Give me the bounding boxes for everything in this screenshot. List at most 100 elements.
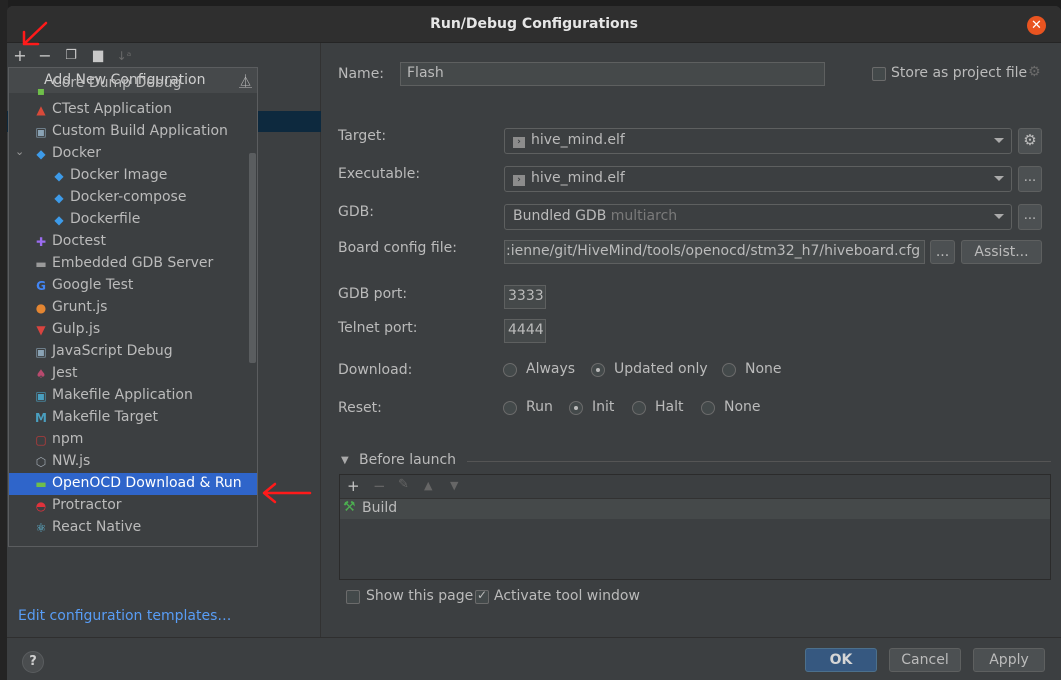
add-task-icon[interactable]: +	[347, 477, 360, 495]
collapse-triangle-icon: ▼	[341, 455, 349, 466]
docker-icon: ◆	[54, 191, 64, 205]
dialog-button-bar: ? OK Cancel Apply	[7, 637, 1061, 680]
store-as-project-file-checkbox[interactable]	[872, 67, 886, 81]
divider	[467, 461, 1051, 462]
list-item-label: Makefile Application	[52, 387, 193, 403]
list-item-grunt[interactable]: ● Grunt.js	[9, 297, 257, 319]
gdb-combobox[interactable]: Bundled GDB multiarch	[504, 204, 1012, 230]
list-item-makefile-application[interactable]: ▣ Makefile Application	[9, 385, 257, 407]
list-item-embedded-gdb-server[interactable]: ▬ Embedded GDB Server	[9, 253, 257, 275]
list-item-nwjs[interactable]: ⬡ NW.js	[9, 451, 257, 473]
reset-init-label: Init	[592, 399, 615, 415]
ok-button[interactable]: OK	[805, 648, 877, 672]
left-toolbar: + − ❐ ▆ ↓ᵃ	[7, 43, 320, 69]
telnet-port-input[interactable]: 4444	[504, 319, 546, 343]
custom-build-icon: ▣	[35, 125, 47, 139]
gdb-browse-button[interactable]: ...	[1018, 204, 1042, 230]
download-updated-only-label: Updated only	[614, 361, 708, 377]
remove-icon[interactable]: −	[36, 47, 54, 65]
reset-run-label: Run	[526, 399, 553, 415]
board-config-browse-button[interactable]: ...	[930, 240, 955, 264]
target-value: hive_mind.elf	[531, 132, 625, 148]
list-item-react-native[interactable]: ⚛ React Native	[9, 517, 257, 539]
list-item-label: Makefile Target	[52, 409, 158, 425]
copy-icon[interactable]: ❐	[62, 47, 80, 65]
sort-icon[interactable]: ↓ᵃ	[115, 47, 133, 65]
apply-button[interactable]: Apply	[973, 648, 1045, 672]
download-updated-only-radio[interactable]	[591, 363, 605, 377]
list-item-javascript-debug[interactable]: ▣ JavaScript Debug	[9, 341, 257, 363]
chevron-down-icon[interactable]: ⌄	[15, 145, 24, 158]
move-down-icon[interactable]: ▼	[450, 479, 458, 492]
run-debug-dialog: Run/Debug Configurations ✕ + − ❐ ▆ ↓ᵃ Ed…	[7, 6, 1061, 680]
gdb-port-input[interactable]: 3333	[504, 285, 546, 309]
help-button[interactable]: ?	[22, 651, 44, 673]
popup-scrollbar[interactable]	[249, 153, 256, 363]
board-config-input[interactable]: :ienne/git/HiveMind/tools/openocd/stm32_…	[504, 240, 925, 264]
dropdown-arrow-icon	[994, 176, 1004, 181]
gdb-port-label: GDB port:	[338, 286, 408, 302]
list-item-gulp[interactable]: ▼ Gulp.js	[9, 319, 257, 341]
reset-init-radio[interactable]	[569, 401, 583, 415]
list-item-dockerfile[interactable]: ◆ Dockerfile	[9, 209, 257, 231]
new-folder-icon[interactable]: ▆	[89, 47, 107, 65]
before-launch-title: Before launch	[359, 452, 457, 468]
assist-button[interactable]: Assist...	[961, 240, 1042, 264]
executable-icon: ›	[513, 137, 525, 148]
executable-combobox[interactable]: › hive_mind.elf	[504, 166, 1012, 192]
list-item-protractor[interactable]: ◓ Protractor	[9, 495, 257, 517]
list-item-ctest-application[interactable]: ▲ CTest Application	[9, 99, 257, 121]
edit-task-icon[interactable]: ✎	[398, 477, 409, 492]
target-settings-button[interactable]: ⚙	[1018, 128, 1042, 154]
list-item-docker-compose[interactable]: ◆ Docker-compose	[9, 187, 257, 209]
activate-tool-window-label: Activate tool window	[494, 588, 640, 604]
settings-gear-icon[interactable]: ⚙	[1028, 64, 1041, 80]
cancel-button[interactable]: Cancel	[889, 648, 961, 672]
list-item-npm[interactable]: ▢ npm	[9, 429, 257, 451]
executable-value: hive_mind.elf	[531, 170, 625, 186]
board-config-label: Board config file:	[338, 240, 457, 256]
name-input[interactable]: Flash	[400, 62, 825, 86]
reset-halt-radio[interactable]	[632, 401, 646, 415]
executable-label: Executable:	[338, 166, 421, 182]
task-label: Build	[362, 500, 398, 516]
close-button[interactable]: ✕	[1027, 16, 1046, 35]
gdb-hint: multiarch	[610, 208, 678, 224]
gdb-label: GDB:	[338, 204, 374, 220]
list-item-docker[interactable]: ⌄ ◆ Docker	[9, 143, 257, 165]
add-icon[interactable]: +	[11, 47, 29, 65]
show-this-page-label: Show this page	[366, 588, 474, 604]
list-item-openocd-download-run[interactable]: ▬ OpenOCD Download & Run	[9, 473, 257, 495]
before-launch-task-row[interactable]: ⚒ Build	[340, 499, 1050, 519]
title-bar: Run/Debug Configurations ✕	[7, 6, 1061, 43]
jest-icon: ♠	[35, 367, 47, 381]
list-item-label: Gulp.js	[52, 321, 101, 337]
list-item-label: Jest	[52, 365, 78, 381]
list-item-label: JavaScript Debug	[52, 343, 173, 359]
list-item-custom-build-application[interactable]: ▣ Custom Build Application	[9, 121, 257, 143]
move-up-icon[interactable]: ▲	[424, 479, 432, 492]
activate-tool-window-checkbox[interactable]	[475, 588, 489, 604]
gear-icon: ⚙	[1023, 131, 1037, 149]
react-native-icon: ⚛	[35, 521, 47, 535]
remove-task-icon[interactable]: −	[373, 477, 386, 495]
show-this-page-checkbox[interactable]	[346, 590, 360, 604]
annotation-arrow-openocd	[262, 482, 312, 504]
list-item-makefile-target[interactable]: M Makefile Target	[9, 407, 257, 429]
docker-icon: ◆	[54, 213, 64, 227]
gdb-value: Bundled GDB	[513, 208, 607, 224]
reset-run-radio[interactable]	[503, 401, 517, 415]
reset-none-radio[interactable]	[701, 401, 715, 415]
list-item-doctest[interactable]: ✚ Doctest	[9, 231, 257, 253]
download-none-radio[interactable]	[722, 363, 736, 377]
list-item-docker-image[interactable]: ◆ Docker Image	[9, 165, 257, 187]
executable-browse-button[interactable]: ...	[1018, 166, 1042, 192]
edit-configuration-templates-link[interactable]: Edit configuration templates…	[18, 608, 231, 624]
download-always-radio[interactable]	[503, 363, 517, 377]
reset-halt-label: Halt	[655, 399, 684, 415]
docker-icon: ◆	[36, 147, 46, 161]
dropdown-arrow-icon	[994, 214, 1004, 219]
target-combobox[interactable]: › hive_mind.elf	[504, 128, 1012, 154]
list-item-jest[interactable]: ♠ Jest	[9, 363, 257, 385]
list-item-google-test[interactable]: G Google Test	[9, 275, 257, 297]
